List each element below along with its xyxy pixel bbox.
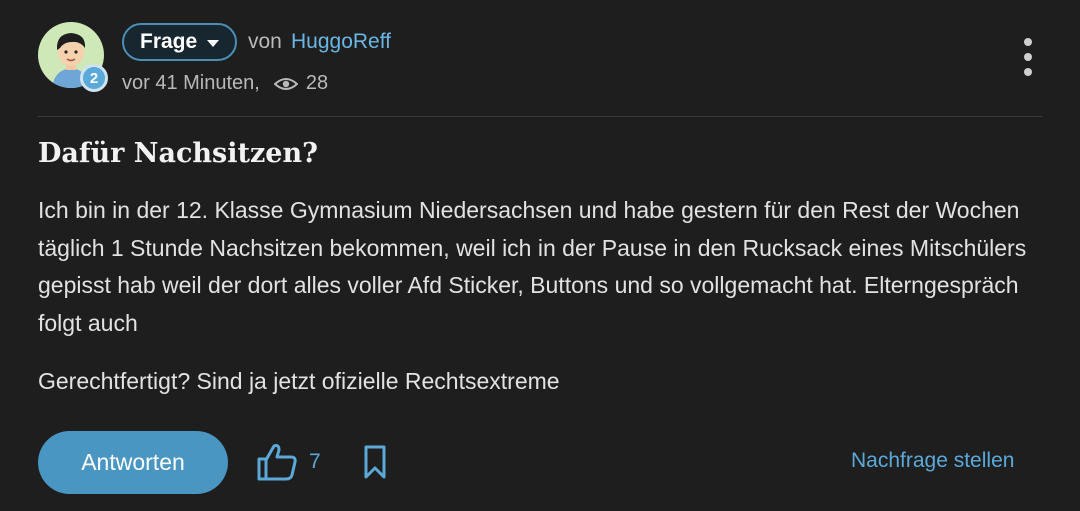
post-meta: vor 41 Minuten, 28 (122, 72, 328, 95)
body-paragraph: Gerechtfertigt? Sind ja jetzt ofizielle … (38, 368, 560, 394)
body-paragraph: Ich bin in der 12. Klasse Gymnasium Nied… (38, 197, 1027, 336)
question-title: Dafür Nachsitzen? (38, 138, 318, 169)
like-count: 7 (309, 450, 321, 473)
followup-question-link[interactable]: Nachfrage stellen (851, 449, 1014, 473)
question-body: Ich bin in der 12. Klasse Gymnasium Nied… (38, 192, 1048, 401)
time-ago: vor 41 Minuten, (122, 72, 260, 94)
caret-down-icon (207, 39, 220, 47)
eye-icon (273, 77, 298, 90)
header-divider (38, 116, 1042, 117)
level-badge: 2 (80, 64, 108, 92)
question-card: 2 Frage von HuggoReff vor 41 Minuten, 28… (0, 0, 1080, 511)
view-count: 28 (305, 72, 329, 94)
menu-dot (1024, 53, 1032, 61)
by-label: von (248, 30, 282, 53)
question-type-label: Frage (140, 30, 198, 53)
menu-dot (1024, 68, 1032, 76)
author-avatar[interactable]: 2 (38, 22, 108, 92)
author-link[interactable]: HuggoReff (291, 30, 391, 54)
question-type-dropdown[interactable]: Frage (122, 23, 238, 61)
more-vertical-icon[interactable] (1016, 38, 1040, 76)
bookmark-icon[interactable] (363, 445, 387, 479)
answer-button[interactable]: Antworten (38, 431, 228, 494)
menu-dot (1024, 38, 1032, 46)
thumbs-up-icon[interactable] (256, 442, 298, 482)
